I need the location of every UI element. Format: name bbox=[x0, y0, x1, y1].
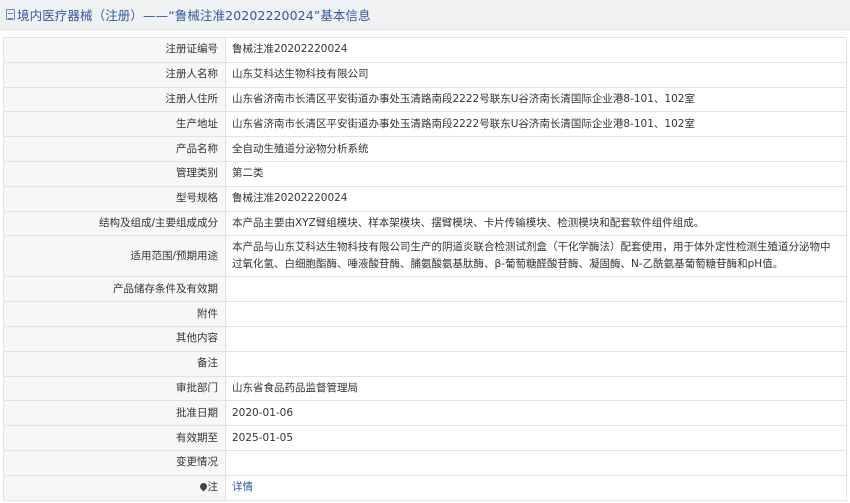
row-label: 注册人名称 bbox=[3, 61, 226, 88]
details-link[interactable]: 详情 bbox=[232, 481, 253, 493]
table-row: 管理类别 第二类 bbox=[3, 160, 847, 187]
table-row: 生产地址 山东省济南市长清区平安街道办事处玉清路南段2222号联东U谷济南长清国… bbox=[3, 111, 847, 138]
note-label: 注 bbox=[207, 481, 219, 494]
row-label: 产品储存条件及有效期 bbox=[3, 276, 226, 303]
row-value: 本产品与山东艾科达生物科技有限公司生产的阴道炎联合检测试剂盒（干化学酶法）配套使… bbox=[225, 235, 847, 278]
row-label: 备注 bbox=[3, 350, 226, 377]
row-value: 山东艾科达生物科技有限公司 bbox=[225, 61, 847, 88]
table-row: 批准日期 2020-01-06 bbox=[3, 400, 847, 427]
registration-info-table: 注册证编号 鲁械注准20202220024 注册人名称 山东艾科达生物科技有限公… bbox=[3, 37, 847, 501]
document-icon bbox=[6, 9, 15, 20]
table-row: 附件 bbox=[3, 301, 847, 327]
table-row: 型号规格 鲁械注准20202220024 bbox=[3, 185, 847, 212]
row-value: 2020-01-06 bbox=[225, 400, 847, 427]
row-label: 生产地址 bbox=[3, 111, 226, 138]
row-label: 审批部门 bbox=[3, 375, 226, 402]
table-row: 注册人名称 山东艾科达生物科技有限公司 bbox=[3, 61, 847, 88]
row-label: 有效期至 bbox=[3, 425, 226, 451]
row-value: 山东省济南市长清区平安街道办事处玉清路南段2222号联东U谷济南长清国际企业港8… bbox=[225, 86, 847, 113]
row-value: 本产品主要由XYZ臂组模块、样本架模块、摆臂模块、卡片传输模块、检测模块和配套软… bbox=[225, 210, 847, 237]
table-row: 产品名称 全自动生殖道分泌物分析系统 bbox=[3, 136, 847, 162]
row-label: 注册人住所 bbox=[3, 86, 226, 113]
row-value: 山东省食品药品监督管理局 bbox=[225, 375, 847, 402]
row-label: 注册证编号 bbox=[3, 37, 226, 63]
row-value: 山东省济南市长清区平安街道办事处玉清路南段2222号联东U谷济南长清国际企业港8… bbox=[225, 111, 847, 138]
row-value: 第二类 bbox=[225, 160, 847, 187]
pin-icon bbox=[198, 481, 208, 492]
table-row: 结构及组成/主要组成成分 本产品主要由XYZ臂组模块、样本架模块、摆臂模块、卡片… bbox=[3, 210, 847, 237]
table-row: 适用范围/预期用途 本产品与山东艾科达生物科技有限公司生产的阴道炎联合检测试剂盒… bbox=[3, 235, 847, 278]
table-row: 注册证编号 鲁械注准20202220024 bbox=[3, 37, 847, 63]
row-label: 变更情况 bbox=[3, 449, 226, 476]
row-value: 鲁械注准20202220024 bbox=[225, 185, 847, 212]
row-value bbox=[225, 301, 847, 327]
row-value bbox=[225, 325, 847, 352]
page-header: 境内医疗器械（注册）——“鲁械注准20202220024”基本信息 bbox=[0, 0, 850, 30]
row-label: 管理类别 bbox=[3, 160, 226, 187]
table-row: 注 详情 bbox=[3, 474, 847, 501]
note-row-value: 详情 bbox=[225, 474, 847, 501]
row-value: 2025-01-05 bbox=[225, 425, 847, 451]
page-title: 境内医疗器械（注册）——“鲁械注准20202220024”基本信息 bbox=[17, 8, 371, 23]
row-label: 产品名称 bbox=[3, 136, 226, 162]
table-row: 备注 bbox=[3, 350, 847, 377]
table-row: 有效期至 2025-01-05 bbox=[3, 425, 847, 451]
table-row: 产品储存条件及有效期 bbox=[3, 276, 847, 303]
table-row: 变更情况 bbox=[3, 449, 847, 476]
row-value: 鲁械注准20202220024 bbox=[225, 37, 847, 63]
table-row: 审批部门 山东省食品药品监督管理局 bbox=[3, 375, 847, 402]
row-label: 适用范围/预期用途 bbox=[3, 235, 226, 278]
row-label: 型号规格 bbox=[3, 185, 226, 212]
table-row: 其他内容 bbox=[3, 325, 847, 352]
row-label: 结构及组成/主要组成成分 bbox=[3, 210, 226, 237]
note-row-label: 注 bbox=[3, 474, 226, 501]
row-value: 全自动生殖道分泌物分析系统 bbox=[225, 136, 847, 162]
table-row: 注册人住所 山东省济南市长清区平安街道办事处玉清路南段2222号联东U谷济南长清… bbox=[3, 86, 847, 113]
row-label: 批准日期 bbox=[3, 400, 226, 427]
row-value bbox=[225, 276, 847, 303]
row-label: 其他内容 bbox=[3, 325, 226, 352]
row-label: 附件 bbox=[3, 301, 226, 327]
row-value bbox=[225, 350, 847, 377]
row-value bbox=[225, 449, 847, 476]
